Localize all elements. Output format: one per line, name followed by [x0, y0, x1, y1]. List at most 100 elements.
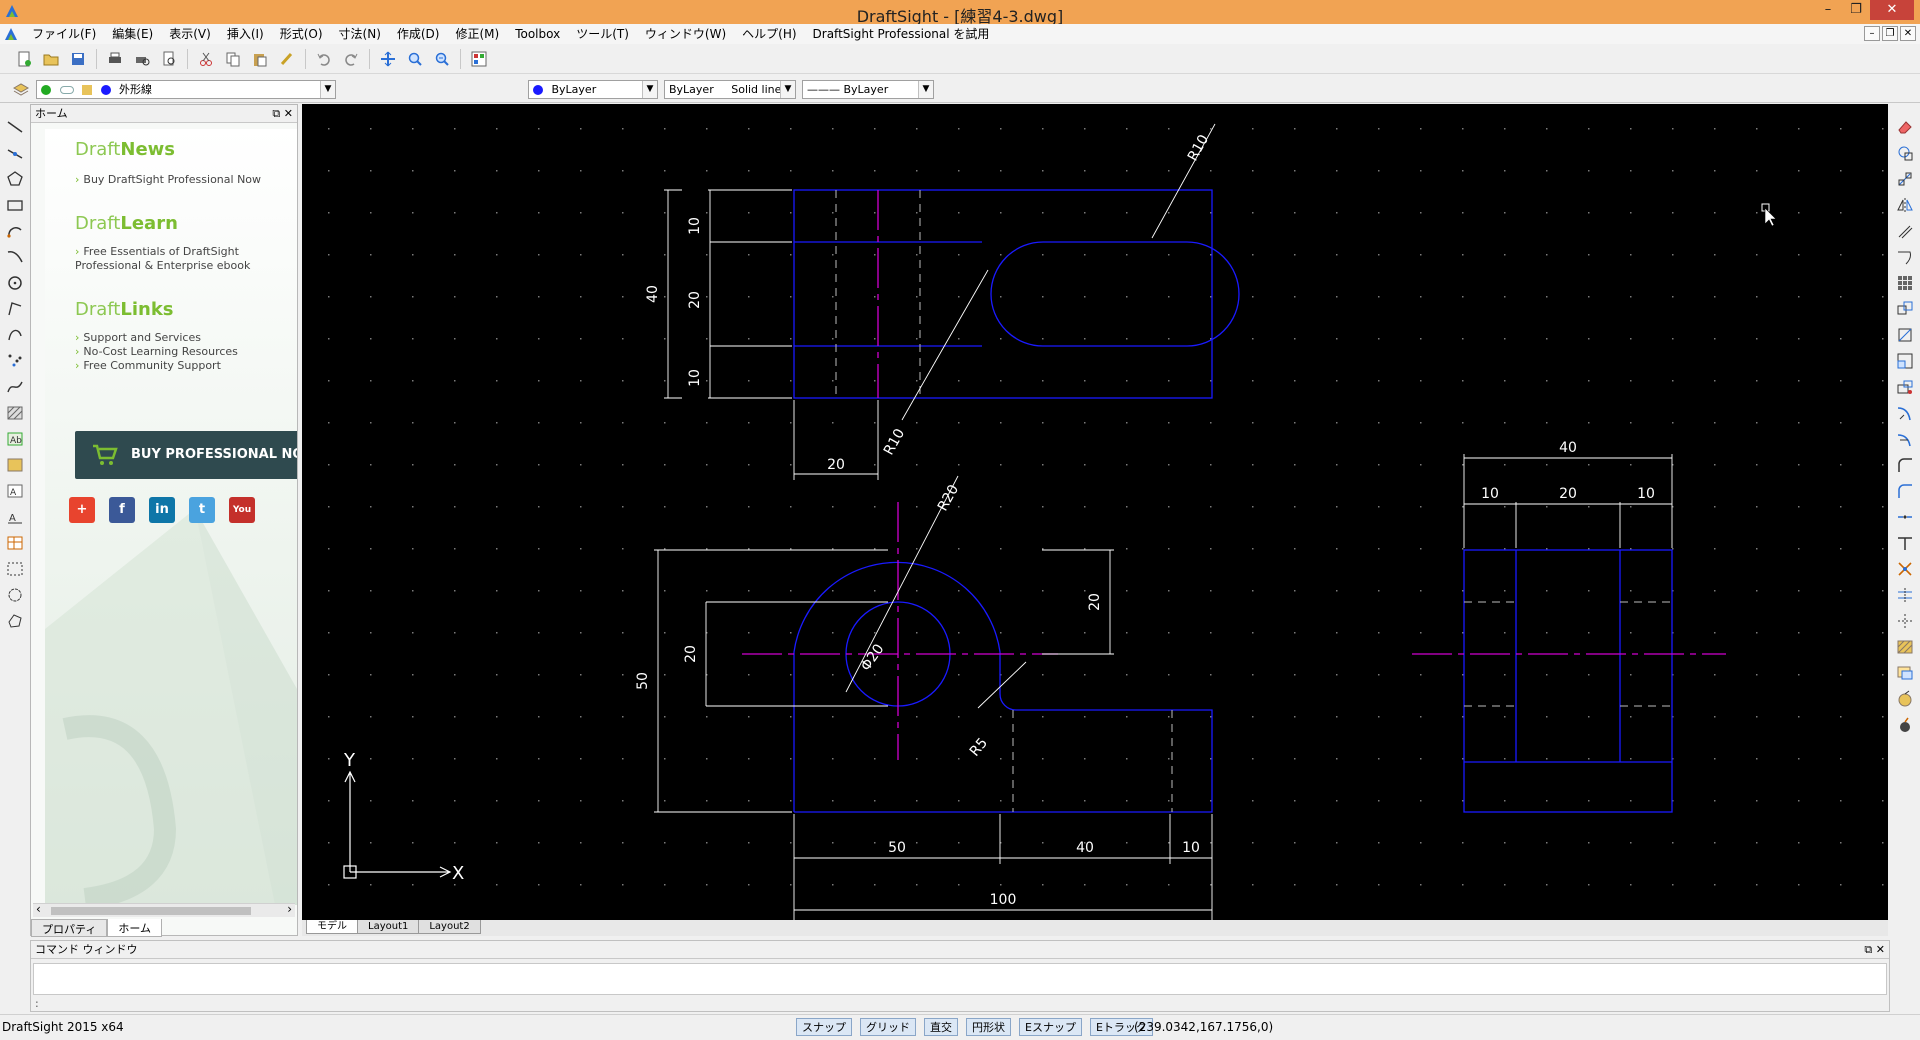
- top-view[interactable]: [664, 123, 1240, 480]
- array-icon[interactable]: [1894, 272, 1916, 294]
- save-icon[interactable]: [66, 47, 90, 71]
- chevron-down-icon[interactable]: ▼: [320, 81, 335, 98]
- trim-icon[interactable]: [1894, 402, 1916, 424]
- menu-view[interactable]: 表示(V): [161, 24, 219, 44]
- menu-edit[interactable]: 編集(E): [104, 24, 161, 44]
- menu-draw[interactable]: 作成(D): [389, 24, 448, 44]
- rotate-icon[interactable]: [1894, 324, 1916, 346]
- panel-controls[interactable]: ⧉ ✕: [272, 105, 293, 122]
- minimize-button[interactable]: –: [1814, 0, 1842, 20]
- layer-manager-icon[interactable]: [12, 80, 30, 101]
- redo-icon[interactable]: [339, 47, 363, 71]
- toggle-ortho[interactable]: 直交: [924, 1018, 958, 1036]
- tab-layout1[interactable]: Layout1: [357, 920, 420, 934]
- format-painter-icon[interactable]: [275, 47, 299, 71]
- layer-select[interactable]: 外形線 ▼: [36, 80, 336, 99]
- top-view-long-slot[interactable]: [990, 241, 1240, 347]
- pattern-icon[interactable]: [1894, 246, 1916, 268]
- undo-icon[interactable]: [312, 47, 336, 71]
- draftlinks-link-learning[interactable]: › No-Cost Learning Resources: [75, 345, 238, 359]
- edit-hatch-icon[interactable]: [1894, 636, 1916, 658]
- scroll-right-icon[interactable]: ›: [287, 902, 292, 916]
- fillet-icon[interactable]: [1894, 454, 1916, 476]
- scroll-left-icon[interactable]: ‹: [36, 902, 41, 916]
- side-view[interactable]: [1412, 454, 1726, 813]
- doc-close-button[interactable]: ✕: [1900, 26, 1916, 41]
- menu-toolbox[interactable]: Toolbox: [507, 24, 568, 44]
- menu-help[interactable]: ヘルプ(H): [734, 24, 804, 44]
- front-view[interactable]: [654, 475, 1213, 920]
- zoom-previous-icon[interactable]: [430, 47, 454, 71]
- mirror-icon[interactable]: [1894, 168, 1916, 190]
- spline-arc-tool-icon[interactable]: [4, 246, 26, 268]
- mirror-axis-icon[interactable]: [1894, 194, 1916, 216]
- chevron-down-icon[interactable]: ▼: [918, 81, 933, 98]
- color-select[interactable]: ByLayer ▼: [528, 80, 658, 99]
- ellipse-tool-icon[interactable]: [4, 298, 26, 320]
- print-preview-icon[interactable]: [130, 47, 154, 71]
- copy-icon[interactable]: [221, 47, 245, 71]
- tab-home[interactable]: ホーム: [107, 919, 163, 937]
- linetype-select[interactable]: ByLayer Solid line ▼: [664, 80, 796, 99]
- line-tool-icon[interactable]: [4, 116, 26, 138]
- command-prompt[interactable]: :: [35, 997, 39, 1010]
- ellipse-arc-tool-icon[interactable]: [4, 324, 26, 346]
- twitter-icon[interactable]: t: [189, 497, 215, 523]
- break-icon[interactable]: [1894, 532, 1916, 554]
- cad-drawing[interactable]: 10 20 10 40 20 R10 R10 R20 Φ20 R5 20 50 …: [302, 104, 1888, 920]
- polygon-tool-icon[interactable]: [4, 168, 26, 190]
- scrollbar-thumb[interactable]: [51, 907, 251, 915]
- menu-insert[interactable]: 挿入(I): [219, 24, 272, 44]
- youtube-icon[interactable]: You: [229, 497, 255, 523]
- properties-palette-icon[interactable]: [467, 47, 491, 71]
- edit-attributes-icon[interactable]: [1894, 688, 1916, 710]
- table-tool-icon[interactable]: [4, 532, 26, 554]
- draftlinks-link-support[interactable]: › Support and Services: [75, 331, 201, 345]
- explode-icon[interactable]: [1894, 558, 1916, 580]
- offset-icon[interactable]: [1894, 220, 1916, 242]
- drawing-canvas[interactable]: 10 20 10 40 20 R10 R10 R20 Φ20 R5 20 50 …: [302, 104, 1888, 920]
- menu-modify[interactable]: 修正(M): [447, 24, 507, 44]
- menu-format[interactable]: 形式(O): [272, 24, 331, 44]
- simple-note-tool-icon[interactable]: A: [4, 506, 26, 528]
- new-file-icon[interactable]: [12, 47, 36, 71]
- front-view-outline[interactable]: [793, 561, 1213, 813]
- edit-spline-icon[interactable]: [1894, 584, 1916, 606]
- copy-entity-icon[interactable]: [1894, 142, 1916, 164]
- rectangle-tool-icon[interactable]: [4, 194, 26, 216]
- restore-button[interactable]: ❐: [1842, 0, 1870, 20]
- revision-cloud-icon[interactable]: [4, 584, 26, 606]
- tab-model[interactable]: モデル: [306, 920, 358, 934]
- menu-file[interactable]: ファイル(F): [24, 24, 104, 44]
- menu-window[interactable]: ウィンドウ(W): [637, 24, 734, 44]
- doc-minimize-button[interactable]: –: [1864, 26, 1880, 41]
- draftnews-link-buy[interactable]: › Buy DraftSight Professional Now: [75, 173, 261, 187]
- point-tool-icon[interactable]: [4, 350, 26, 372]
- pan-icon[interactable]: [376, 47, 400, 71]
- open-folder-icon[interactable]: [39, 47, 63, 71]
- edit-polyline-icon[interactable]: [1894, 610, 1916, 632]
- purge-icon[interactable]: [1894, 714, 1916, 736]
- linkedin-icon[interactable]: in: [149, 497, 175, 523]
- document-icon[interactable]: [2, 26, 20, 42]
- spline-tool-icon[interactable]: [4, 376, 26, 398]
- tab-layout2[interactable]: Layout2: [418, 920, 481, 934]
- scale-icon[interactable]: [1894, 350, 1916, 372]
- home-panel-scrollbar[interactable]: ‹ ›: [33, 902, 295, 917]
- chamfer-icon[interactable]: [1894, 480, 1916, 502]
- join-icon[interactable]: [1894, 506, 1916, 528]
- toggle-grid[interactable]: グリッド: [860, 1018, 916, 1036]
- region-tool-icon[interactable]: [4, 558, 26, 580]
- toggle-snap[interactable]: スナップ: [796, 1018, 852, 1036]
- circle-tool-icon[interactable]: [4, 272, 26, 294]
- extend-icon[interactable]: [1894, 428, 1916, 450]
- chevron-down-icon[interactable]: ▼: [642, 81, 657, 98]
- side-view-outline[interactable]: [1463, 549, 1673, 813]
- zoom-icon[interactable]: [403, 47, 427, 71]
- page-preview-icon[interactable]: [157, 47, 181, 71]
- edit-block-icon[interactable]: [1894, 662, 1916, 684]
- menu-try-professional[interactable]: DraftSight Professional を試用: [805, 24, 998, 44]
- menu-tools[interactable]: ツール(T): [568, 24, 637, 44]
- block-tool-icon[interactable]: Ab: [4, 428, 26, 450]
- arc-tool-icon[interactable]: [4, 220, 26, 242]
